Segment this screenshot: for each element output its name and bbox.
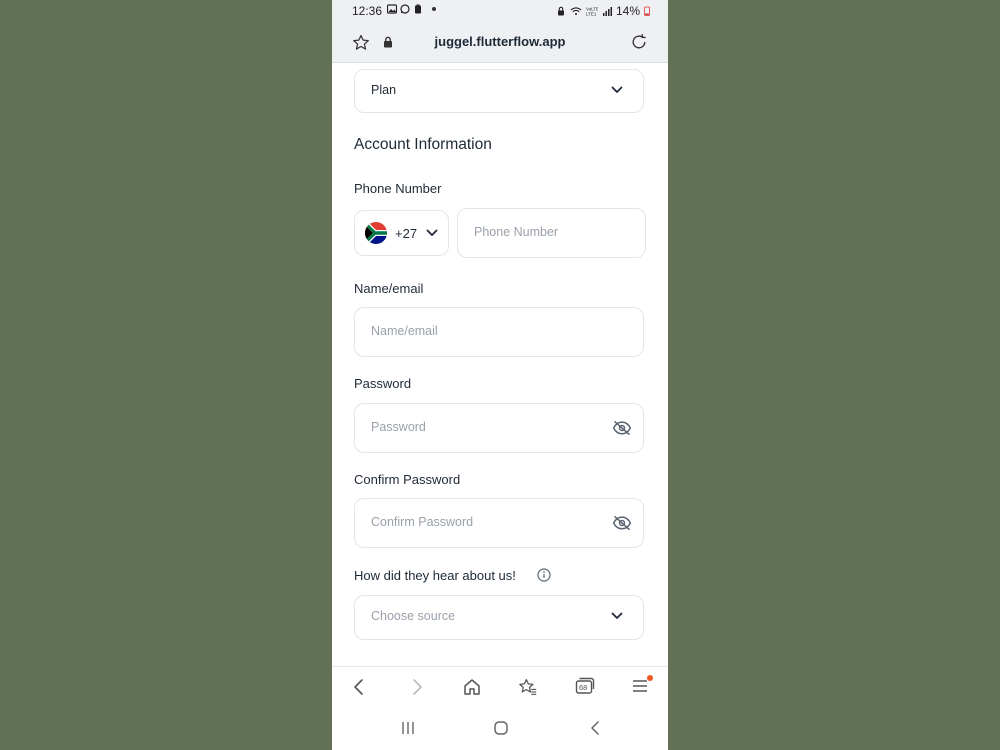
battery-text: 14% [615,4,640,18]
source-placeholder: Choose source [371,609,456,623]
password-label: Password [354,376,412,391]
phone-number-placeholder: Phone Number [474,225,559,239]
chevron-down-icon [611,86,623,93]
lock-icon [557,6,564,16]
tabs-count: 68 [579,683,588,692]
info-icon[interactable] [537,568,551,582]
status-bar: 12:36 VoLTE LTE1 14% [332,0,668,24]
status-time: 12:36 [352,4,383,18]
reload-icon[interactable] [629,32,649,52]
confirm-password-label: Confirm Password [354,472,461,487]
tabs-icon[interactable]: 68 [575,677,595,695]
bookmarks-icon[interactable] [518,678,538,696]
name-email-placeholder: Name/email [371,324,438,338]
phone-label: Phone Number [354,181,442,196]
status-right-icons: VoLTE LTE1 14% [556,4,650,18]
chevron-down-icon [611,612,623,619]
chevron-down-icon [426,229,438,236]
confirm-password-input[interactable]: Confirm Password [354,498,644,548]
form-content: Plan Account Information Phone Number +2… [332,62,668,666]
password-input[interactable]: Password [354,403,644,453]
confirm-password-placeholder: Confirm Password [371,515,474,529]
name-email-label: Name/email [354,281,424,296]
forward-icon[interactable] [410,678,424,696]
country-code-selector[interactable]: +27 [354,210,449,256]
volte-icon: VoLTELTE1 [586,7,598,17]
back-icon[interactable] [352,678,366,696]
source-dropdown[interactable]: Choose source [354,595,644,640]
plan-value: Plan [371,83,397,97]
whatsapp-icon [400,4,410,14]
system-navigation-bar [332,708,668,750]
system-back-icon[interactable] [589,720,601,736]
south-africa-flag-icon [365,222,387,244]
notification-dot [432,7,436,11]
country-code: +27 [395,226,418,241]
wifi-icon [570,7,582,15]
phone-number-input[interactable]: Phone Number [457,208,646,258]
browser-address-bar: juggel.flutterflow.app [332,24,668,63]
signal-icon [602,7,612,16]
menu-icon[interactable] [632,678,648,694]
plan-dropdown[interactable]: Plan [354,69,644,113]
name-email-input[interactable]: Name/email [354,307,644,357]
status-left-icons [387,4,436,14]
phone-screen: 12:36 VoLTE LTE1 14% juggel.flutterflow.a… [332,0,668,750]
eye-off-icon[interactable] [612,419,632,437]
svg-text:LTE1: LTE1 [586,12,597,17]
clipboard-icon [415,4,421,14]
source-label: How did they hear about us! [354,568,516,583]
home-button-icon[interactable] [493,720,509,736]
eye-off-icon[interactable] [612,514,632,532]
image-icon [387,4,397,14]
menu-notification-dot [647,675,653,681]
home-icon[interactable] [463,678,481,696]
recents-icon[interactable] [400,720,416,736]
browser-bottom-toolbar: 68 [332,666,668,709]
battery-icon [644,6,650,16]
section-title: Account Information [354,136,492,153]
url-text[interactable]: juggel.flutterflow.app [332,34,668,49]
password-placeholder: Password [371,420,426,434]
